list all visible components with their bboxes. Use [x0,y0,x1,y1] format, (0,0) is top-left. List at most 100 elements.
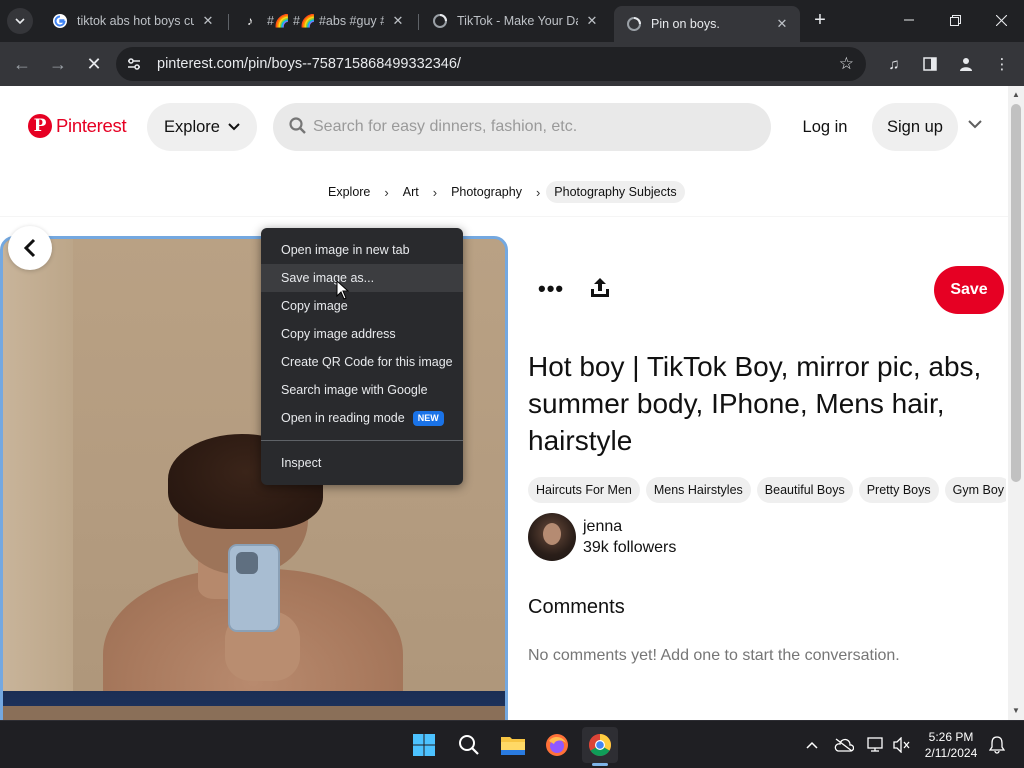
tab-title: TikTok - Make Your Day [457,14,578,28]
menu-search-image-google[interactable]: Search image with Google [261,376,463,404]
close-icon[interactable]: ✕ [584,13,600,29]
divider [0,216,1008,217]
breadcrumb-photography[interactable]: Photography [443,185,530,199]
close-icon [995,14,1007,26]
breadcrumb-photography-subjects[interactable]: Photography Subjects [546,181,685,203]
breadcrumb-explore[interactable]: Explore [320,185,378,199]
scrollbar-thumb[interactable] [1011,104,1021,482]
share-icon[interactable] [588,276,612,300]
pinterest-loading-icon [626,16,642,32]
tab-tiktok-video[interactable]: ♪ #🌈 #🌈 #abs #guy # ✕ [230,6,416,36]
stop-loading-icon[interactable]: ✕ [80,50,108,78]
tab-separator [418,14,419,30]
tab-title: tiktok abs hot boys cute [77,14,194,28]
avatar[interactable] [528,513,576,561]
side-panel-icon[interactable] [918,52,942,76]
close-window-button[interactable] [978,0,1024,40]
screen: tiktok abs hot boys cute ✕ ♪ #🌈 #🌈 #abs … [0,0,1024,768]
page-scrollbar[interactable]: ▲ ▼ [1008,86,1024,720]
chevron-right-icon: › [432,184,438,200]
more-options-icon[interactable]: ••• [538,276,564,302]
menu-separator [261,440,463,441]
tab-strip: tiktok abs hot boys cute ✕ ♪ #🌈 #🌈 #abs … [0,0,1024,42]
scroll-up-icon[interactable]: ▲ [1011,90,1021,100]
menu-item-label: Open in reading mode [281,411,405,425]
firefox-icon[interactable] [539,727,575,763]
pin-title: Hot boy | TikTok Boy, mirror pic, abs, s… [528,351,982,456]
menu-inspect[interactable]: Inspect [261,449,463,477]
pinterest-p-icon: P [28,114,52,138]
file-explorer-icon[interactable] [495,727,531,763]
pinterest-logo[interactable]: P Pinterest [28,114,127,138]
tab-separator [228,14,229,30]
tab-title: Pin on boys. [651,17,720,31]
profile-icon[interactable] [954,52,978,76]
clock-date: 2/11/2024 [924,746,978,760]
address-bar[interactable]: pinterest.com/pin/boys--7587158684993323… [116,47,866,81]
media-controls-icon[interactable]: ♫ [882,52,906,76]
menu-copy-image-address[interactable]: Copy image address [261,320,463,348]
close-icon[interactable]: ✕ [390,13,406,29]
mouse-cursor-icon [336,280,350,300]
pinterest-page: P Pinterest Explore Log in Sign up Explo… [0,86,1008,720]
restore-button[interactable] [932,0,978,40]
menu-save-image-as[interactable]: Save image as... [261,264,463,292]
chevron-up-icon[interactable] [802,735,822,755]
tab-pinterest-active[interactable]: Pin on boys. ✕ [614,6,800,42]
new-badge: NEW [412,411,444,427]
volume-muted-icon[interactable] [892,735,912,755]
menu-create-qr-code[interactable]: Create QR Code for this image [261,348,463,376]
back-arrow-icon[interactable]: ← [8,50,36,78]
kebab-menu-icon[interactable]: ⋮ [990,52,1014,76]
forward-arrow-icon[interactable]: → [44,50,72,78]
search-bar[interactable] [273,103,771,151]
menu-copy-image[interactable]: Copy image [261,292,463,320]
breadcrumb: Explore › Art › Photography › Photograph… [320,180,685,204]
author-followers: 39k followers [583,539,677,556]
close-icon[interactable]: ✕ [200,13,216,29]
restore-icon [949,14,961,26]
chevron-down-icon[interactable] [968,116,982,132]
tag-chip[interactable]: Pretty Boys [858,477,939,503]
menu-open-image-new-tab[interactable]: Open image in new tab [261,236,463,264]
taskbar-search-icon[interactable] [451,727,487,763]
onedrive-icon[interactable] [834,735,854,755]
tag-chip[interactable]: Gym Boy [944,477,1006,503]
tag-chip[interactable]: Beautiful Boys [756,477,853,503]
author-name[interactable]: jenna [583,518,622,536]
search-input[interactable] [313,115,753,139]
tab-google-search[interactable]: tiktok abs hot boys cute ✕ [40,6,226,36]
windows-start-icon[interactable] [406,727,442,763]
tiktok-icon: ♪ [247,14,253,28]
scroll-down-icon[interactable]: ▼ [1011,706,1021,716]
tag-chip[interactable]: Mens Hairstyles [645,477,751,503]
comments-heading: Comments [528,596,625,618]
chevron-right-icon: › [384,184,389,200]
minimize-button[interactable] [886,0,932,40]
system-clock[interactable]: 5:26 PM 2/11/2024 [920,729,982,761]
search-icon [289,117,307,140]
tab-tiktok-home[interactable]: TikTok - Make Your Day ✕ [420,6,610,36]
tag-chip[interactable]: Haircuts For Men [528,477,640,503]
chevron-down-icon [228,120,240,134]
new-tab-button[interactable]: + [808,8,832,32]
signup-button[interactable]: Sign up [872,103,958,151]
close-icon[interactable]: ✕ [774,16,790,32]
notification-bell-icon[interactable] [987,735,1007,755]
chrome-icon[interactable] [582,727,618,763]
login-button[interactable]: Log in [790,103,860,151]
bookmark-star-icon[interactable]: ☆ [839,54,854,74]
save-button[interactable]: Save [934,266,1004,314]
google-icon [52,13,68,29]
explore-button[interactable]: Explore [147,103,257,151]
logo-text: Pinterest [56,115,127,136]
tab-search-button[interactable] [7,8,33,34]
network-icon[interactable] [866,735,886,755]
chevron-left-icon [23,238,36,258]
site-settings-icon[interactable] [126,56,142,72]
back-button[interactable] [8,226,52,270]
windows-taskbar: 5:26 PM 2/11/2024 [0,720,1024,768]
breadcrumb-art[interactable]: Art [395,185,427,199]
menu-open-reading-mode[interactable]: Open in reading mode NEW [261,404,463,432]
image-context-menu: Open image in new tab Save image as... C… [261,228,463,485]
